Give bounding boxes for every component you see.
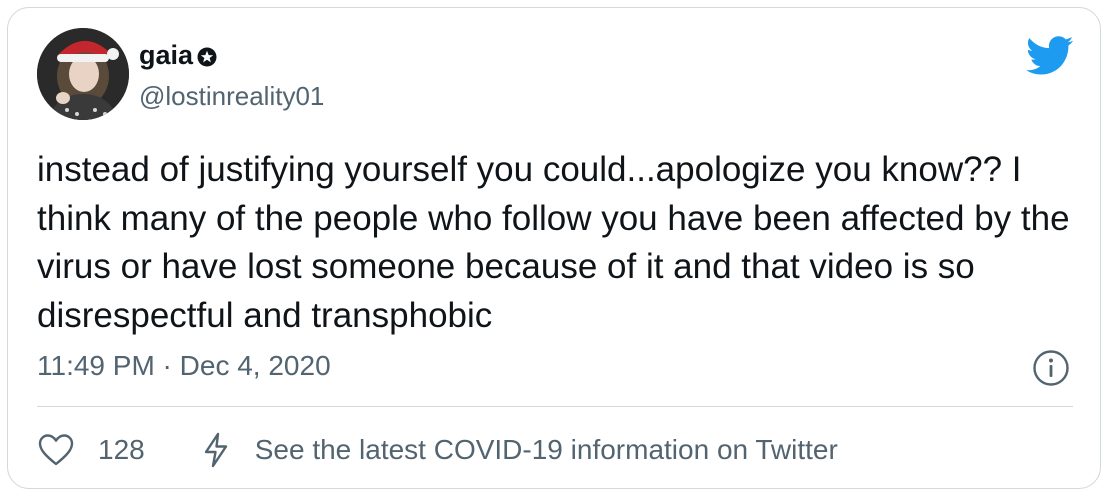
author-handle[interactable]: @lostinreality01 xyxy=(139,83,324,109)
tweet-timestamp[interactable]: 11:49 PM · Dec 4, 2020 xyxy=(37,352,331,380)
twitter-bird-icon[interactable] xyxy=(1026,36,1074,76)
like-button[interactable]: 128 xyxy=(37,431,145,469)
lightning-bolt-icon xyxy=(201,431,231,469)
avatar-image xyxy=(37,28,129,120)
covid-info-link[interactable]: See the latest COVID-19 information on T… xyxy=(201,431,838,469)
info-icon[interactable] xyxy=(1032,349,1070,387)
author-display-name[interactable]: gaia xyxy=(139,42,193,69)
tweet-text: instead of justifying yourself you could… xyxy=(37,150,1070,335)
avatar[interactable] xyxy=(37,28,129,120)
heart-icon xyxy=(37,431,75,469)
like-count: 128 xyxy=(98,434,145,465)
action-bar: 128 See the latest COVID-19 information … xyxy=(37,428,838,472)
covid-link-text[interactable]: See the latest COVID-19 information on T… xyxy=(255,436,838,464)
tweet-card[interactable]: gaia @lostinreality01 instead of justify… xyxy=(7,7,1101,489)
author-name-row[interactable]: gaia xyxy=(139,42,217,69)
divider xyxy=(37,406,1073,407)
star-badge-icon xyxy=(197,47,217,67)
